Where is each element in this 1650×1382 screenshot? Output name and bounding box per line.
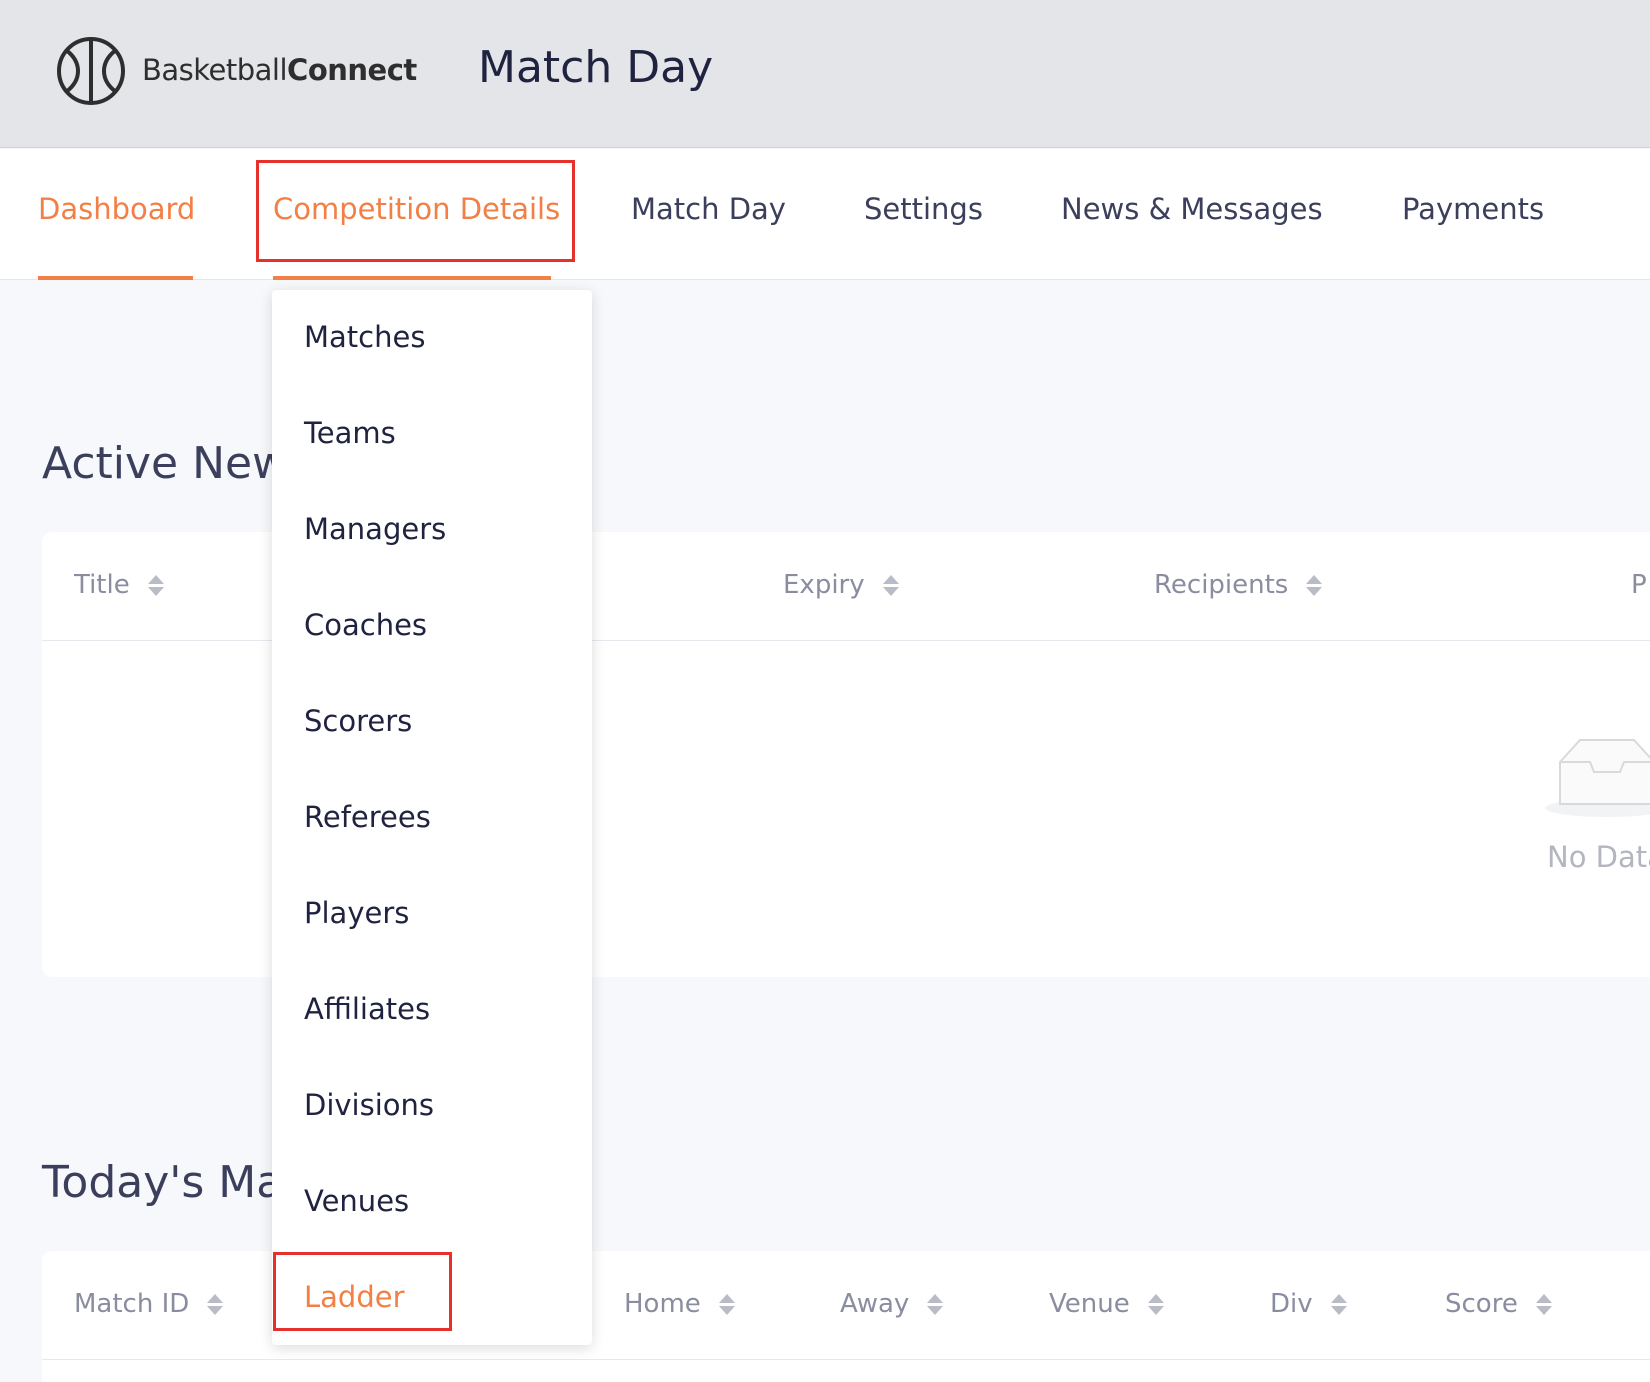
column-match-id-header[interactable]: Match ID [74,1289,224,1319]
sort-icon[interactable] [1535,1293,1552,1315]
sort-icon[interactable] [207,1293,224,1315]
menu-item-referees[interactable]: Referees [304,800,431,834]
column-away-header[interactable]: Away [840,1289,944,1319]
sort-icon[interactable] [1306,574,1323,596]
competition-details-dropdown: Matches Teams Managers Coaches Scorers R… [272,290,592,1345]
top-header: BasketballConnect Match Day [0,0,1650,148]
hover-tab-underline [273,276,551,280]
menu-item-scorers[interactable]: Scorers [304,704,412,738]
sort-icon[interactable] [1147,1293,1164,1315]
column-expiry-header[interactable]: Expiry [783,570,899,600]
tab-news-messages[interactable]: News & Messages [1061,192,1323,226]
sort-icon[interactable] [718,1293,735,1315]
sort-icon[interactable] [147,574,164,596]
sort-icon[interactable] [882,574,899,596]
empty-inbox-icon [1545,739,1650,817]
brand-name: BasketballConnect [142,53,417,87]
menu-item-affiliates[interactable]: Affiliates [304,992,430,1026]
column-title-header[interactable]: Title [74,570,164,600]
ladder-highlight [273,1252,452,1331]
news-section-title: Active New [42,438,289,489]
column-venue-header[interactable]: Venue [1049,1289,1164,1319]
tab-dashboard[interactable]: Dashboard [38,192,195,226]
column-score-header[interactable]: Score [1445,1289,1552,1319]
active-tab-underline [38,276,193,280]
matches-section-title: Today's Ma [42,1157,284,1208]
menu-item-teams[interactable]: Teams [304,416,396,450]
column-p-header[interactable]: P [1631,570,1647,600]
column-home-header[interactable]: Home [624,1289,735,1319]
main-nav: Dashboard Competition Details Match Day … [0,149,1650,280]
tab-settings[interactable]: Settings [864,192,983,226]
menu-item-managers[interactable]: Managers [304,512,446,546]
table-header-divider [42,1359,1650,1360]
column-div-header[interactable]: Div [1270,1289,1347,1319]
no-data-text: No Data [1547,840,1650,874]
menu-item-players[interactable]: Players [304,896,409,930]
menu-item-matches[interactable]: Matches [304,320,425,354]
menu-item-coaches[interactable]: Coaches [304,608,427,642]
menu-item-divisions[interactable]: Divisions [304,1088,434,1122]
menu-item-venues[interactable]: Venues [304,1184,409,1218]
tab-match-day[interactable]: Match Day [631,192,786,226]
tab-payments[interactable]: Payments [1402,192,1544,226]
column-recipients-header[interactable]: Recipients [1154,570,1323,600]
basketball-logo-icon[interactable] [56,36,126,106]
sort-icon[interactable] [1330,1293,1347,1315]
competition-details-highlight [256,160,575,262]
sort-icon[interactable] [927,1293,944,1315]
page-title: Match Day [478,42,714,93]
